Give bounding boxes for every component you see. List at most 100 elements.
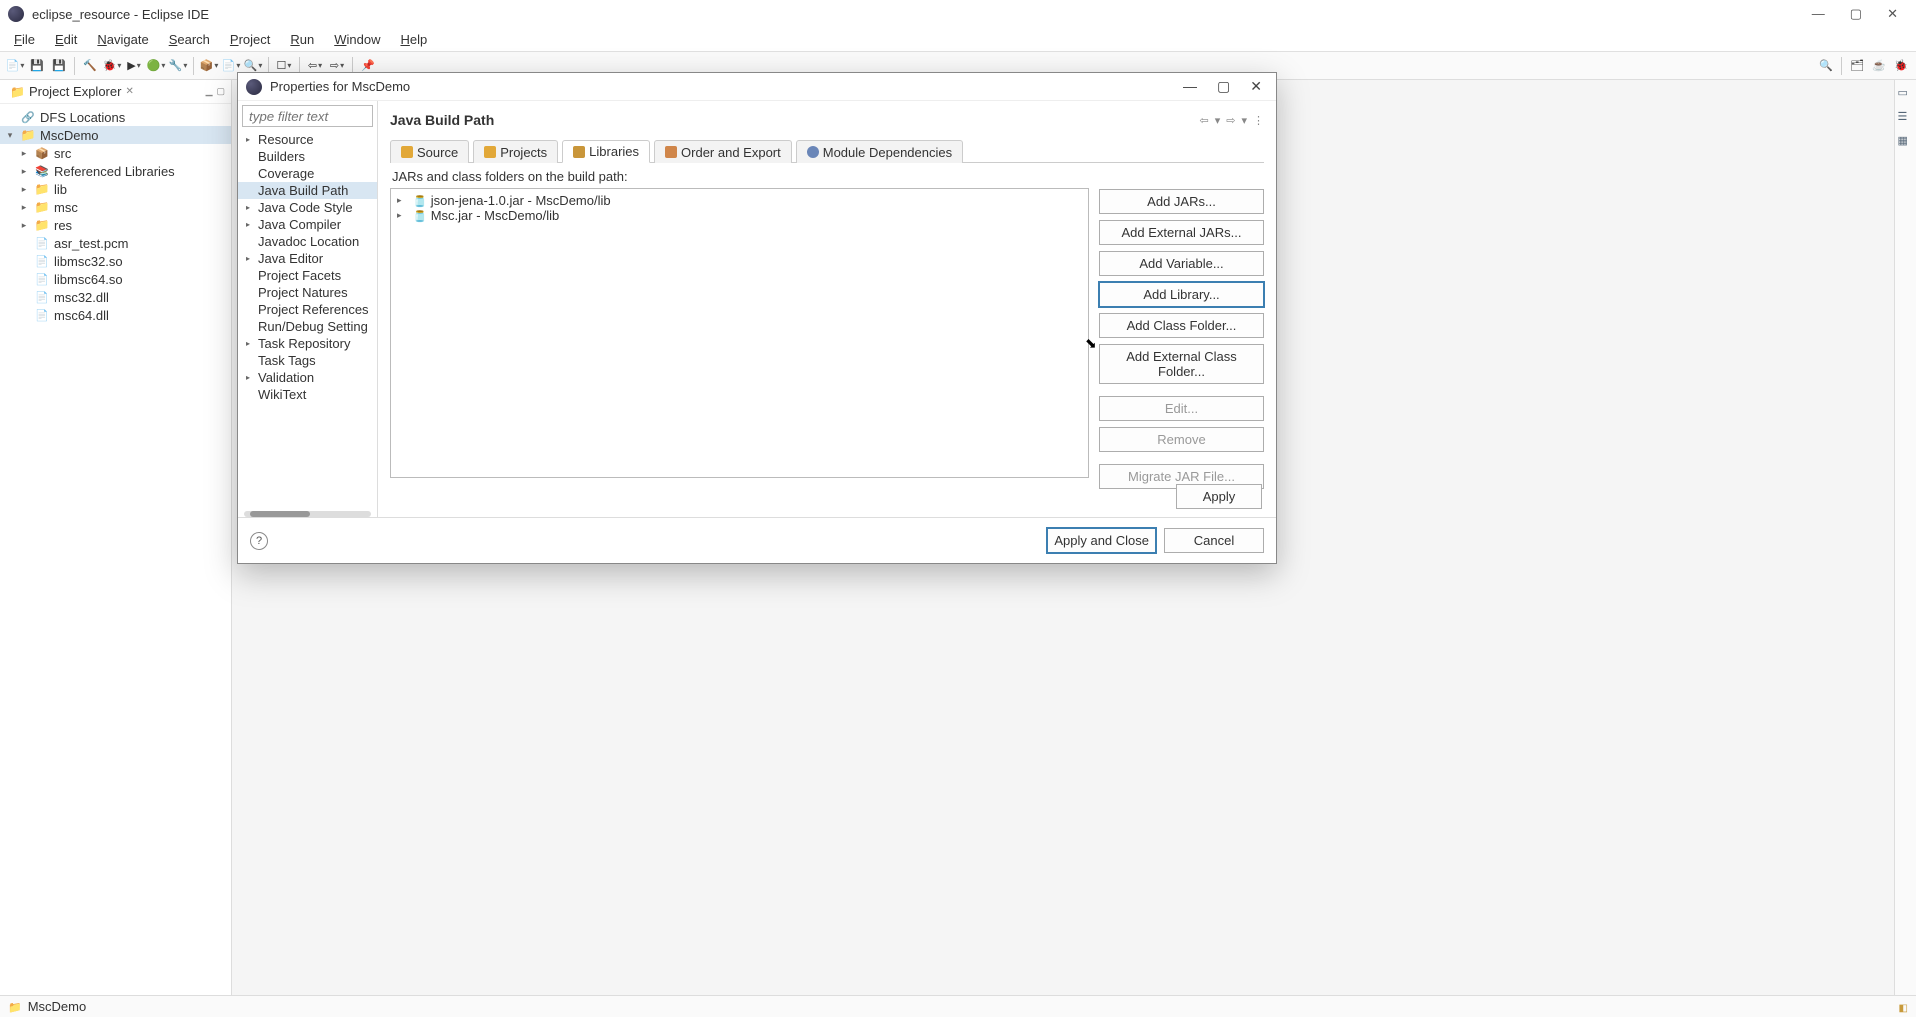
add-variable-button[interactable]: Add Variable... xyxy=(1099,251,1264,276)
category-item[interactable]: Javadoc Location xyxy=(238,233,377,250)
nav-fwd-drop[interactable]: ▾ xyxy=(1241,114,1247,127)
tree-arrow-icon[interactable]: ▸ xyxy=(18,166,30,177)
task-list-view-button[interactable]: ☰ xyxy=(1898,110,1914,126)
tree-arrow-icon[interactable]: ▸ xyxy=(246,135,256,144)
menu-project[interactable]: Project xyxy=(222,30,278,49)
tree-arrow-icon[interactable]: ▾ xyxy=(4,130,16,141)
help-icon[interactable]: ? xyxy=(250,532,268,550)
tree-item[interactable]: DFS Locations xyxy=(0,108,231,126)
tree-item[interactable]: ▸msc xyxy=(0,198,231,216)
category-item[interactable]: Java Build Path xyxy=(238,182,377,199)
category-item[interactable]: Project References xyxy=(238,301,377,318)
tree-arrow-icon[interactable]: ▸ xyxy=(246,220,256,229)
run-button[interactable]: ▶ xyxy=(125,57,143,75)
category-item[interactable]: ▸Java Code Style xyxy=(238,199,377,216)
tree-arrow-icon[interactable]: ▸ xyxy=(18,184,30,195)
external-tools-button[interactable]: 🔧 xyxy=(169,57,187,75)
open-perspective-button[interactable]: 🗂 xyxy=(1848,57,1866,75)
tree-arrow-icon[interactable]: ▸ xyxy=(246,339,256,348)
add-external-class-folder-button[interactable]: Add External Class Folder... xyxy=(1099,344,1264,384)
category-item[interactable]: Run/Debug Setting xyxy=(238,318,377,335)
tree-item[interactable]: asr_test.pcm xyxy=(0,234,231,252)
view-minimize-button[interactable]: ▁ xyxy=(206,86,213,97)
add-class-folder-button[interactable]: Add Class Folder... xyxy=(1099,313,1264,338)
category-item[interactable]: ▸Resource xyxy=(238,131,377,148)
apply-and-close-button[interactable]: Apply and Close xyxy=(1047,528,1156,553)
menu-file[interactable]: File xyxy=(6,30,43,49)
tree-arrow-icon[interactable]: ▸ xyxy=(397,195,409,206)
category-item[interactable]: ▸Validation xyxy=(238,369,377,386)
dialog-close-button[interactable]: ✕ xyxy=(1250,78,1262,95)
nav-fwd-button[interactable]: ⇨ xyxy=(1226,114,1235,127)
tab-order-and-export[interactable]: Order and Export xyxy=(654,140,792,163)
new-package-button[interactable]: 📦 xyxy=(200,57,218,75)
add-library-button[interactable]: Add Library... xyxy=(1099,282,1264,307)
tree-item[interactable]: ▸src xyxy=(0,144,231,162)
tree-item[interactable]: libmsc64.so xyxy=(0,270,231,288)
dialog-maximize-button[interactable]: ▢ xyxy=(1217,78,1230,95)
jars-list[interactable]: ▸json-jena-1.0.jar - MscDemo/lib▸Msc.jar… xyxy=(390,188,1089,478)
menu-search[interactable]: Search xyxy=(161,30,218,49)
tab-source[interactable]: Source xyxy=(390,140,469,163)
category-item[interactable]: ▸Java Compiler xyxy=(238,216,377,233)
category-tree[interactable]: ▸ResourceBuildersCoverageJava Build Path… xyxy=(238,131,377,511)
java-perspective-button[interactable]: ☕ xyxy=(1870,57,1888,75)
tree-arrow-icon[interactable]: ▸ xyxy=(246,254,256,263)
category-item[interactable]: Coverage xyxy=(238,165,377,182)
category-item[interactable]: Builders xyxy=(238,148,377,165)
build-button[interactable]: 🔨 xyxy=(81,57,99,75)
category-item[interactable]: ▸Task Repository xyxy=(238,335,377,352)
window-close-button[interactable]: ✕ xyxy=(1887,6,1898,22)
menu-help[interactable]: Help xyxy=(392,30,435,49)
add-external-jars-button[interactable]: Add External JARs... xyxy=(1099,220,1264,245)
window-minimize-button[interactable]: — xyxy=(1812,6,1825,22)
nav-back-button[interactable]: ⇦ xyxy=(1200,114,1209,127)
save-button[interactable]: 💾 xyxy=(28,57,46,75)
tree-arrow-icon[interactable]: ▸ xyxy=(18,148,30,159)
tree-arrow-icon[interactable]: ▸ xyxy=(397,210,409,221)
tree-arrow-icon[interactable]: ▸ xyxy=(18,202,30,213)
menu-window[interactable]: Window xyxy=(326,30,388,49)
debug-button[interactable]: 🐞 xyxy=(103,57,121,75)
tree-item[interactable]: msc32.dll xyxy=(0,288,231,306)
search-access-button[interactable]: 🔍 xyxy=(1817,57,1835,75)
window-maximize-button[interactable]: ▢ xyxy=(1850,6,1862,22)
edit-button[interactable]: Edit... xyxy=(1099,396,1264,421)
menu-run[interactable]: Run xyxy=(282,30,322,49)
tree-item[interactable]: ▸Referenced Libraries xyxy=(0,162,231,180)
tree-arrow-icon[interactable]: ▸ xyxy=(246,373,256,382)
tree-arrow-icon[interactable]: ▸ xyxy=(18,220,30,231)
tree-item[interactable]: ▸res xyxy=(0,216,231,234)
category-item[interactable]: Project Natures xyxy=(238,284,377,301)
nav-menu-button[interactable]: ⋮ xyxy=(1253,114,1264,127)
jar-item[interactable]: ▸json-jena-1.0.jar - MscDemo/lib xyxy=(395,193,1084,208)
tab-module-dependencies[interactable]: Module Dependencies xyxy=(796,140,963,163)
new-button[interactable]: 📄 xyxy=(6,57,24,75)
apply-button[interactable]: Apply xyxy=(1176,484,1262,509)
horizontal-scrollbar[interactable] xyxy=(244,511,371,517)
scrollbar-thumb[interactable] xyxy=(250,511,310,517)
tab-libraries[interactable]: Libraries xyxy=(562,140,650,163)
save-all-button[interactable]: 💾 xyxy=(50,57,68,75)
tree-item[interactable]: ▾MscDemo xyxy=(0,126,231,144)
tree-item[interactable]: msc64.dll xyxy=(0,306,231,324)
tree-item[interactable]: ▸lib xyxy=(0,180,231,198)
cancel-button[interactable]: Cancel xyxy=(1164,528,1264,553)
jar-item[interactable]: ▸Msc.jar - MscDemo/lib xyxy=(395,208,1084,223)
tree-arrow-icon[interactable]: ▸ xyxy=(246,203,256,212)
add-jars-button[interactable]: Add JARs... xyxy=(1099,189,1264,214)
menu-navigate[interactable]: Navigate xyxy=(89,30,156,49)
category-item[interactable]: Project Facets xyxy=(238,267,377,284)
menu-edit[interactable]: Edit xyxy=(47,30,85,49)
category-item[interactable]: WikiText xyxy=(238,386,377,403)
search-view-button[interactable]: ▦ xyxy=(1898,134,1914,150)
filter-input[interactable] xyxy=(242,105,373,127)
nav-back-drop[interactable]: ▾ xyxy=(1215,114,1221,127)
remove-button[interactable]: Remove xyxy=(1099,427,1264,452)
debug-perspective-button[interactable]: 🐞 xyxy=(1892,57,1910,75)
category-item[interactable]: ▸Java Editor xyxy=(238,250,377,267)
category-item[interactable]: Task Tags xyxy=(238,352,377,369)
view-maximize-button[interactable]: ▢ xyxy=(216,86,225,97)
close-view-button[interactable]: ✕ xyxy=(125,86,133,97)
coverage-button[interactable]: 🟢 xyxy=(147,57,165,75)
